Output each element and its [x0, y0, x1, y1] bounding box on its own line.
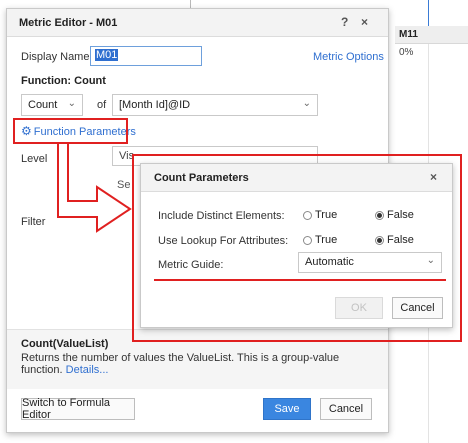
annotation-dialog-frame	[132, 154, 462, 342]
